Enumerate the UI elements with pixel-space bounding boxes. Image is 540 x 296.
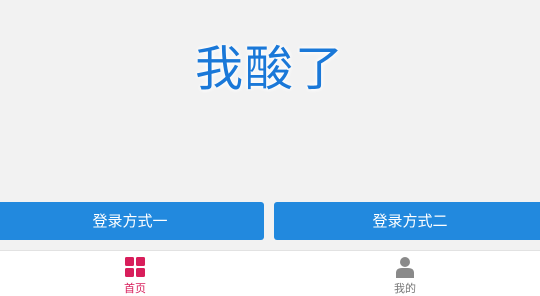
login-method-one-button[interactable]: 登录方式一 <box>0 202 264 240</box>
user-icon <box>396 257 414 278</box>
tab-mine-label: 我的 <box>394 282 416 295</box>
tab-mine[interactable]: 我的 <box>270 251 540 296</box>
grid-icon <box>125 257 145 277</box>
login-method-two-button[interactable]: 登录方式二 <box>274 202 540 240</box>
bottom-tab-bar: 首页 我的 <box>0 250 540 296</box>
tab-home-label: 首页 <box>124 282 146 295</box>
tab-home[interactable]: 首页 <box>0 251 270 296</box>
page-headline: 我酸了 <box>194 41 345 97</box>
